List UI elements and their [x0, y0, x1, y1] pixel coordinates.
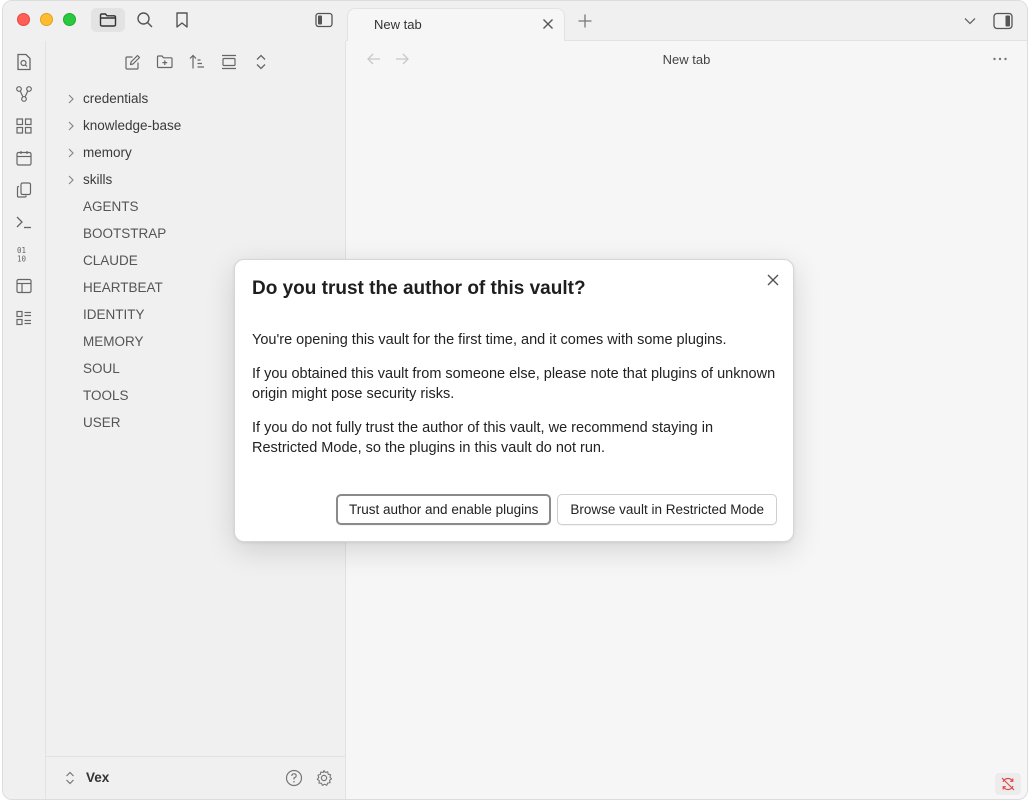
view-header: New tab	[346, 41, 1027, 79]
tree-item-label: MEMORY	[83, 334, 144, 349]
bookmark-icon	[176, 12, 188, 28]
chevron-right-icon	[68, 175, 74, 185]
tree-item-label: memory	[83, 145, 132, 160]
ribbon-copies[interactable]	[15, 181, 33, 199]
graph-icon	[16, 86, 32, 102]
sort-icon	[189, 54, 204, 69]
chevron-right-icon	[68, 121, 74, 131]
dialog-paragraph: If you do not fully trust the author of …	[252, 420, 714, 456]
terminal-icon	[16, 216, 31, 229]
ribbon-canvas[interactable]	[15, 117, 33, 135]
list-icon	[16, 310, 31, 326]
tree-item-label: credentials	[83, 91, 149, 106]
tree-folder-credentials[interactable]: credentials	[46, 88, 345, 115]
chevron-right-icon	[68, 94, 74, 104]
help-icon[interactable]	[285, 769, 303, 787]
minimize-window-button[interactable]	[40, 13, 53, 26]
vault-name[interactable]: Vex	[86, 770, 109, 785]
close-icon[interactable]	[541, 17, 555, 31]
new-tab-icon[interactable]	[577, 13, 593, 29]
tree-item-label: SOUL	[83, 361, 120, 376]
ribbon-binary[interactable]: 01 10	[15, 245, 33, 263]
files-view-button[interactable]	[91, 8, 125, 32]
explorer-actions	[122, 51, 272, 73]
quick-switcher-icon	[17, 53, 31, 71]
collapse-icon	[222, 54, 236, 70]
calendar-icon	[16, 151, 32, 166]
new-folder-button[interactable]	[154, 51, 176, 73]
tree-item-label: CLAUDE	[83, 253, 138, 268]
tree-item-label: IDENTITY	[83, 307, 145, 322]
more-options-icon[interactable]	[991, 51, 1009, 67]
tree-item-label: AGENTS	[83, 199, 139, 214]
sync-error-icon	[1001, 777, 1015, 791]
copy-icon	[16, 182, 32, 198]
tab-new-tab[interactable]: New tab	[347, 8, 565, 41]
ribbon-templates[interactable]	[15, 277, 33, 295]
binary-icon: 0110	[17, 246, 27, 264]
dialog-buttons: Trust author and enable plugins Browse v…	[336, 494, 777, 525]
expand-icon	[256, 54, 266, 70]
search-icon	[137, 12, 153, 28]
tree-file-bootstrap[interactable]: BOOTSTRAP	[46, 223, 345, 250]
tree-item-label: skills	[83, 172, 113, 187]
ribbon-terminal[interactable]	[15, 213, 33, 231]
collapse-all-button[interactable]	[218, 51, 240, 73]
chevron-down-icon[interactable]	[963, 14, 977, 28]
sort-button[interactable]	[186, 51, 208, 73]
svg-text:10: 10	[17, 255, 27, 264]
ribbon-outline[interactable]	[15, 309, 33, 327]
sidebar-header	[3, 1, 346, 41]
right-sidebar-toggle-icon[interactable]	[993, 12, 1013, 30]
dialog-title: Do you trust the author of this vault?	[252, 278, 586, 299]
dialog-paragraph: You're opening this vault for the first …	[252, 332, 727, 348]
trust-vault-dialog: Do you trust the author of this vault? Y…	[234, 259, 794, 542]
dialog-paragraph: If you obtained this vault from someone …	[252, 366, 776, 402]
trust-author-button[interactable]: Trust author and enable plugins	[336, 494, 552, 525]
view-title: New tab	[662, 52, 711, 67]
restricted-mode-button[interactable]: Browse vault in Restricted Mode	[557, 494, 777, 525]
tree-item-label: USER	[83, 415, 121, 430]
tree-item-label: knowledge-base	[83, 118, 182, 133]
new-note-button[interactable]	[122, 51, 144, 73]
close-icon[interactable]	[765, 272, 781, 288]
new-folder-icon	[156, 55, 173, 69]
chevron-right-icon	[68, 148, 74, 158]
dialog-body: You're opening this vault for the first …	[252, 330, 777, 472]
ribbon-graph[interactable]	[15, 85, 33, 103]
sidebar-toggle-icon	[315, 12, 333, 28]
tree-folder-knowledge-base[interactable]: knowledge-base	[46, 115, 345, 142]
template-icon	[16, 278, 32, 294]
canvas-icon	[16, 118, 32, 134]
gear-icon[interactable]	[315, 769, 333, 787]
tree-folder-memory[interactable]: memory	[46, 142, 345, 169]
tree-folder-skills[interactable]: skills	[46, 169, 345, 196]
bookmarks-view-button[interactable]	[165, 8, 199, 32]
search-view-button[interactable]	[128, 8, 162, 32]
zoom-window-button[interactable]	[63, 13, 76, 26]
vault-profile-bar: Vex	[46, 756, 345, 799]
vault-switcher-icon[interactable]	[63, 770, 77, 786]
ribbon-quick-switcher[interactable]	[15, 53, 33, 71]
tree-item-label: TOOLS	[83, 388, 129, 403]
tab-title: New tab	[374, 17, 422, 32]
tab-bar: New tab	[346, 1, 1027, 41]
tree-item-label: BOOTSTRAP	[83, 226, 167, 241]
toggle-left-sidebar-button[interactable]	[307, 8, 341, 32]
ribbon-daily-notes[interactable]	[15, 149, 33, 167]
new-note-icon	[125, 54, 141, 70]
expand-all-button[interactable]	[250, 51, 272, 73]
tree-file-agents[interactable]: AGENTS	[46, 196, 345, 223]
tree-item-label: HEARTBEAT	[83, 280, 163, 295]
sync-status-button[interactable]	[995, 773, 1021, 795]
folder-icon	[99, 13, 117, 27]
close-window-button[interactable]	[17, 13, 30, 26]
ribbon: 01 10	[3, 41, 46, 799]
